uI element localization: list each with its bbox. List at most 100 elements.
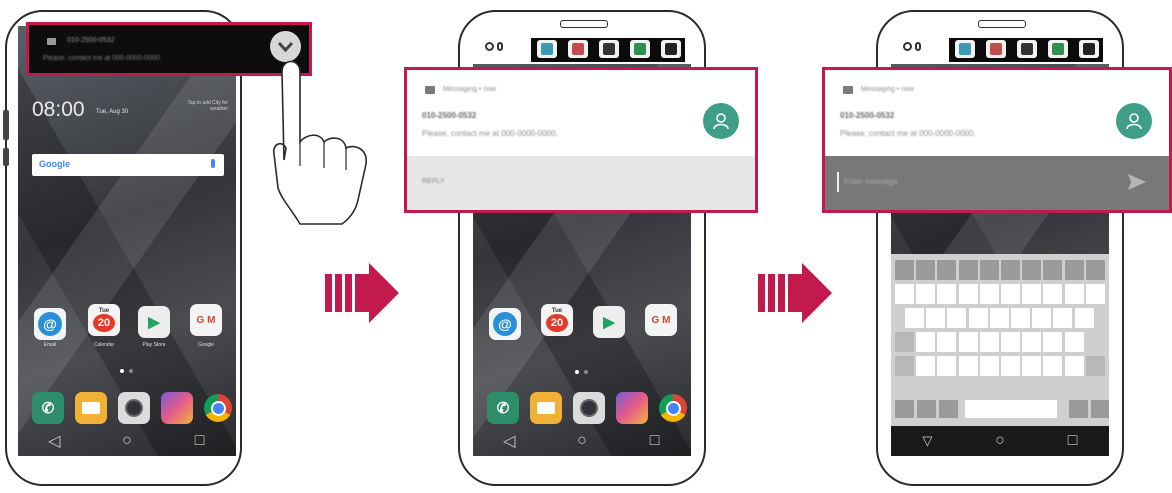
reply-input[interactable]: Enter message	[844, 177, 898, 186]
keyboard-key[interactable]	[916, 260, 936, 280]
keyboard-key[interactable]	[979, 332, 999, 352]
keyboard-function-key[interactable]	[1069, 400, 1088, 418]
play-store-icon[interactable]: ▶	[593, 306, 625, 338]
nav-back-button[interactable]: ◁	[489, 431, 529, 451]
email-app-icon[interactable]: @	[489, 308, 521, 340]
keyboard-key[interactable]	[916, 356, 936, 376]
calendar-app-icon[interactable]: Tue 20	[88, 304, 120, 336]
keyboard-key[interactable]	[1053, 308, 1073, 328]
nav-recents-button[interactable]: □	[1053, 432, 1093, 450]
space-bar[interactable]	[965, 400, 1057, 418]
keyboard-key[interactable]	[1074, 308, 1094, 328]
keyboard-key[interactable]	[958, 260, 978, 280]
keyboard-key[interactable]	[1001, 356, 1020, 376]
google-folder-icon[interactable]: G M	[190, 304, 222, 336]
nav-home-button[interactable]: ○	[107, 432, 147, 450]
keyboard-key[interactable]	[1064, 260, 1084, 280]
google-folder-icon[interactable]: G M	[645, 304, 677, 336]
keyboard-key[interactable]	[1022, 356, 1042, 376]
keyboard-key[interactable]	[905, 308, 924, 328]
reply-bar[interactable]: REPLY	[407, 156, 755, 210]
nav-home-button[interactable]: ○	[562, 432, 602, 450]
nav-back-button[interactable]: ▽	[907, 433, 947, 449]
keyboard-key[interactable]	[926, 308, 946, 328]
shortcut-app-icon[interactable]	[537, 40, 557, 58]
gallery-icon[interactable]	[616, 392, 648, 424]
keyboard-key[interactable]	[1064, 284, 1084, 304]
chrome-icon[interactable]	[657, 392, 689, 424]
keyboard-key[interactable]	[968, 308, 988, 328]
keyboard-key[interactable]	[895, 260, 914, 280]
calendar-app-icon[interactable]: Tue 20	[541, 304, 573, 336]
keyboard-key[interactable]	[916, 284, 936, 304]
keyboard-key[interactable]	[979, 284, 999, 304]
keyboard-key[interactable]	[958, 332, 978, 352]
keyboard-key[interactable]	[1043, 332, 1063, 352]
keyboard-key[interactable]	[916, 332, 936, 352]
shortcut-map-icon[interactable]	[630, 40, 650, 58]
keyboard-key[interactable]	[979, 356, 999, 376]
camera-icon[interactable]	[573, 392, 605, 424]
chrome-icon[interactable]	[202, 392, 234, 424]
keyboard-key[interactable]	[1022, 260, 1042, 280]
keyboard-key[interactable]	[979, 260, 999, 280]
shortcut-email-icon[interactable]	[568, 40, 588, 58]
nav-recents-button[interactable]: □	[635, 432, 675, 450]
keyboard-key[interactable]	[937, 284, 957, 304]
keyboard[interactable]	[891, 254, 1109, 426]
keyboard-key[interactable]	[937, 332, 957, 352]
nav-back-button[interactable]: ◁	[34, 431, 74, 451]
keyboard-key[interactable]	[1001, 284, 1020, 304]
camera-icon[interactable]	[118, 392, 150, 424]
keyboard-key[interactable]	[895, 284, 914, 304]
keyboard-key[interactable]	[1064, 332, 1084, 352]
keyboard-key[interactable]	[1085, 260, 1105, 280]
message-app-icon[interactable]	[530, 392, 562, 424]
shortcut-edit-icon[interactable]	[599, 40, 619, 58]
keyboard-key[interactable]	[1032, 308, 1052, 328]
shortcut-app-icon[interactable]	[955, 40, 975, 58]
google-search-bar[interactable]: Google	[32, 154, 224, 176]
reply-input-bar[interactable]: Enter message	[825, 156, 1169, 210]
keyboard-key[interactable]	[1001, 332, 1020, 352]
gallery-icon[interactable]	[161, 392, 193, 424]
keyboard-function-key[interactable]	[939, 400, 958, 418]
keyboard-key[interactable]	[937, 356, 957, 376]
keyboard-key[interactable]	[1043, 284, 1063, 304]
nav-home-button[interactable]: ○	[980, 432, 1020, 450]
phone-icon[interactable]: ✆	[32, 392, 64, 424]
email-app-icon[interactable]: @	[34, 308, 66, 340]
notification-card-reply[interactable]: Messaging • now 010-2500-0532 Please, co…	[822, 67, 1172, 213]
keyboard-key[interactable]	[958, 284, 978, 304]
keyboard-key[interactable]	[895, 332, 914, 352]
keyboard-key[interactable]	[1085, 284, 1105, 304]
keyboard-key[interactable]	[937, 260, 957, 280]
notification-card[interactable]: Messaging • now 010-2500-0532 Please, co…	[404, 67, 758, 213]
send-icon[interactable]	[1127, 173, 1147, 191]
play-store-icon[interactable]: ▶	[138, 306, 170, 338]
reply-button[interactable]: REPLY	[422, 178, 445, 185]
shortcut-clock-icon[interactable]	[1079, 40, 1099, 58]
keyboard-key[interactable]	[1022, 284, 1042, 304]
nav-recents-button[interactable]: □	[180, 432, 220, 450]
keyboard-function-key[interactable]	[917, 400, 936, 418]
keyboard-key[interactable]	[1043, 260, 1063, 280]
keyboard-key[interactable]	[1043, 356, 1063, 376]
keyboard-key[interactable]	[1011, 308, 1030, 328]
keyboard-key[interactable]	[1064, 356, 1084, 376]
message-app-icon[interactable]	[75, 392, 107, 424]
shortcut-edit-icon[interactable]	[1017, 40, 1037, 58]
keyboard-function-key[interactable]	[1091, 400, 1109, 418]
keyboard-key[interactable]	[989, 308, 1009, 328]
shortcut-email-icon[interactable]	[986, 40, 1006, 58]
keyboard-key[interactable]	[1001, 260, 1020, 280]
keyboard-key[interactable]	[895, 356, 914, 376]
keyboard-function-key[interactable]	[895, 400, 914, 418]
phone-icon[interactable]: ✆	[487, 392, 519, 424]
keyboard-key[interactable]	[958, 356, 978, 376]
weather-hint[interactable]: Tap to add City for weather	[183, 100, 228, 112]
shortcut-clock-icon[interactable]	[661, 40, 681, 58]
shortcut-map-icon[interactable]	[1048, 40, 1068, 58]
keyboard-key[interactable]	[947, 308, 967, 328]
keyboard-key[interactable]	[1085, 356, 1105, 376]
